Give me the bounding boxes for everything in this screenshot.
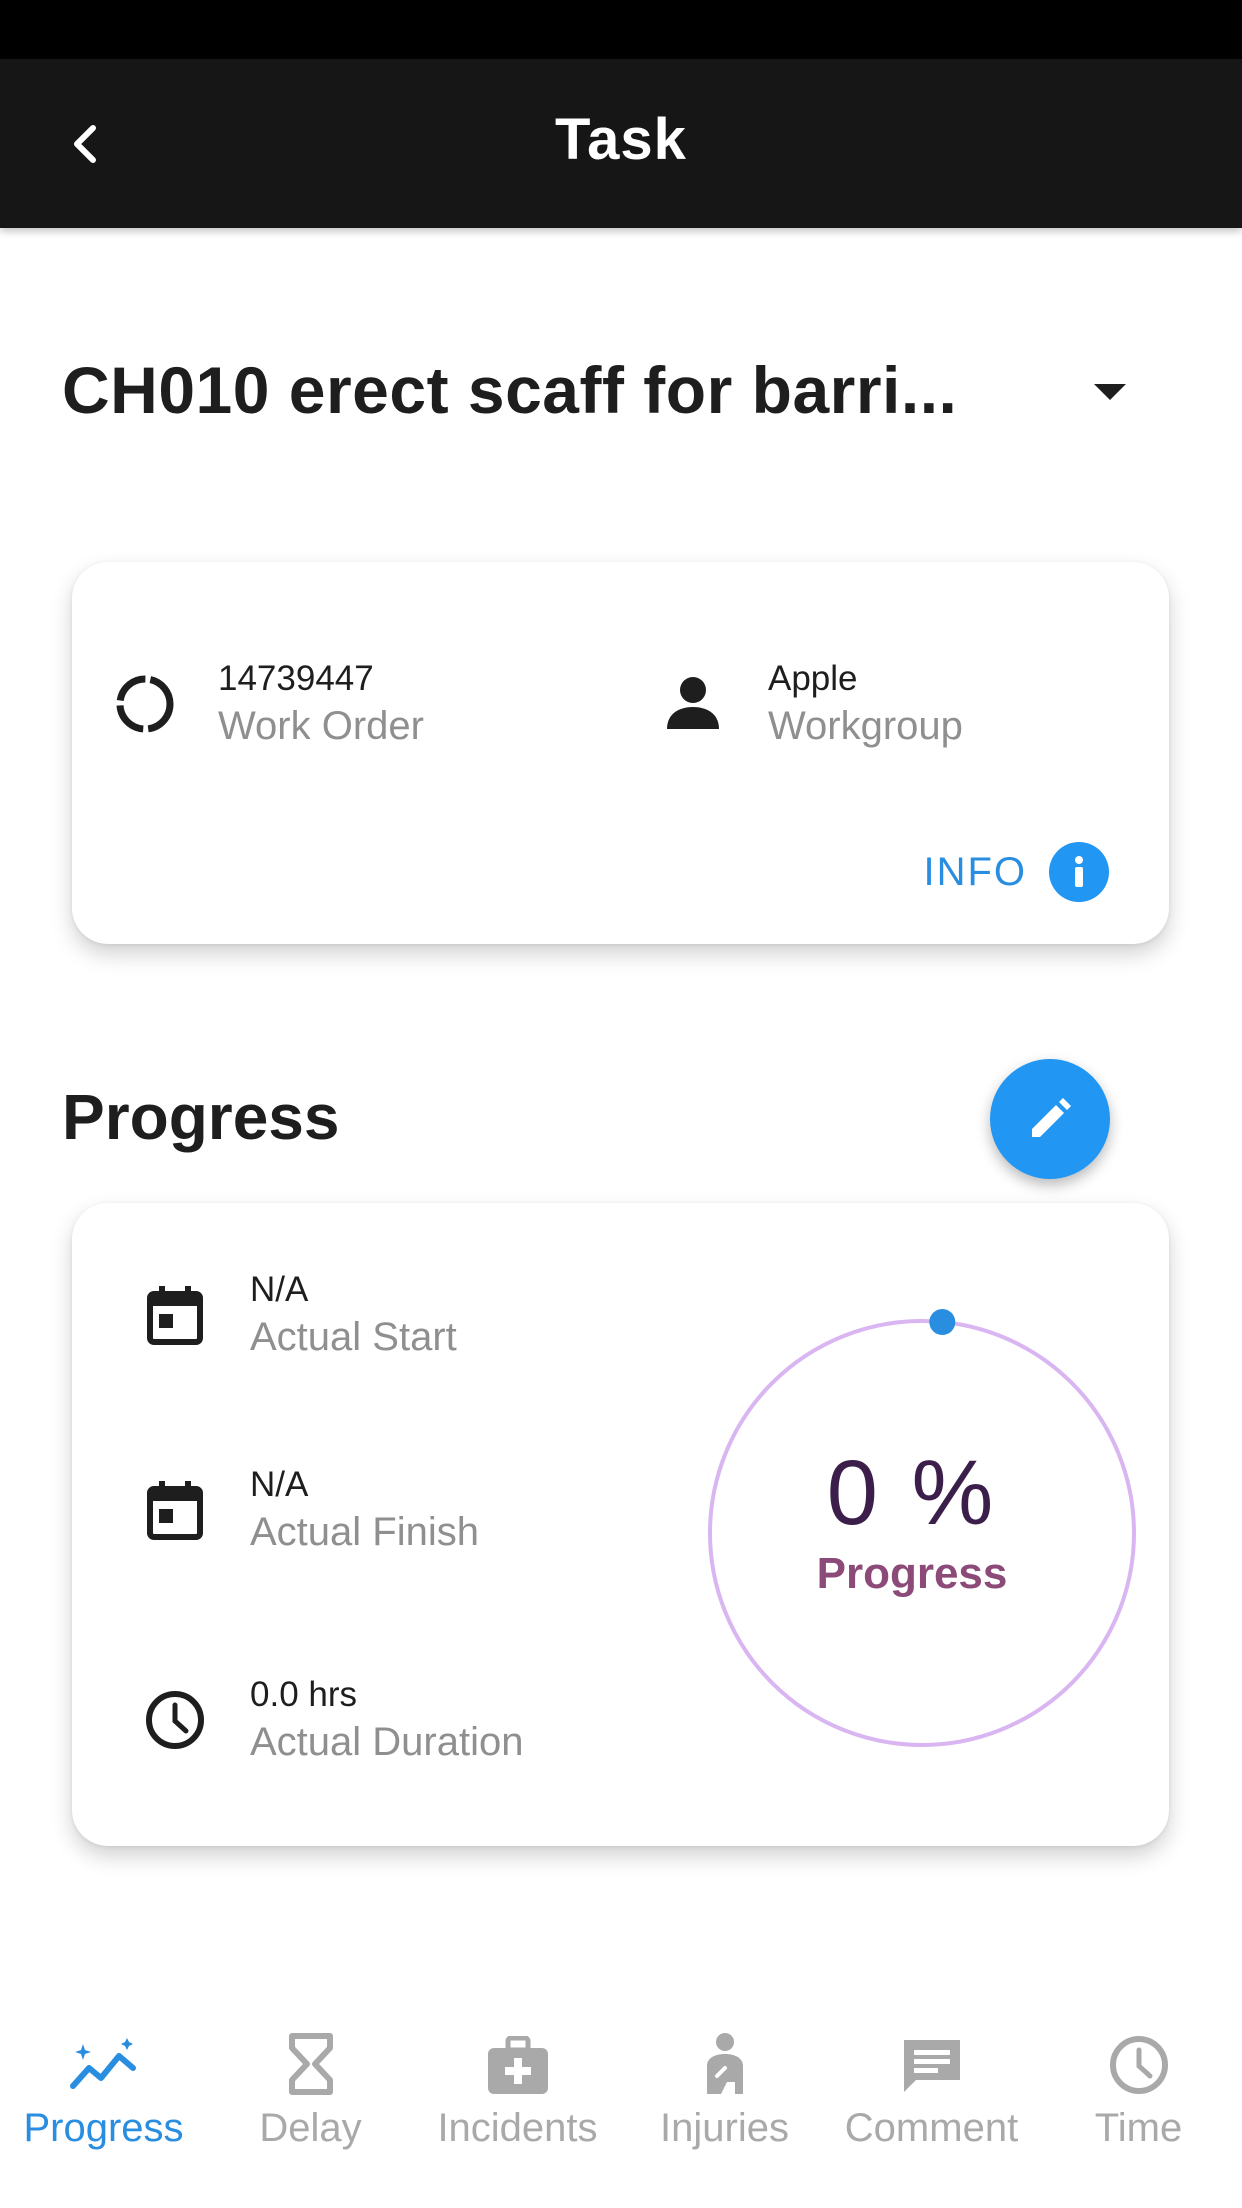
page-title: Task xyxy=(555,107,687,172)
actual-duration-label: Actual Duration xyxy=(250,1720,524,1764)
nav-time[interactable]: Time xyxy=(1035,2024,1242,2151)
clock-icon xyxy=(146,1691,204,1749)
info-icon xyxy=(1049,842,1109,902)
edit-progress-button[interactable] xyxy=(990,1059,1110,1179)
status-bar xyxy=(0,0,1242,59)
nav-injuries[interactable]: Injuries xyxy=(621,2024,828,2151)
comment-icon xyxy=(903,2040,960,2092)
nav-time-label: Time xyxy=(1094,2106,1183,2150)
nav-incidents[interactable]: Incidents xyxy=(414,2024,621,2151)
progress-ring-icon xyxy=(116,675,174,733)
nav-comment[interactable]: Comment xyxy=(828,2024,1035,2151)
progress-section-title: Progress xyxy=(62,1081,340,1153)
nav-delay[interactable]: Delay xyxy=(207,2024,414,2151)
nav-injuries-label: Injuries xyxy=(660,2106,789,2150)
nav-progress[interactable]: Progress xyxy=(0,2024,207,2151)
actual-duration-row: 0.0 hrs Actual Duration xyxy=(142,1673,523,1767)
progress-ring-knob xyxy=(929,1309,956,1335)
nav-incidents-label: Incidents xyxy=(437,2106,598,2150)
hourglass-icon xyxy=(288,2033,333,2095)
progress-card: N/A Actual Start N/A Actual Finish 0.0 h… xyxy=(72,1203,1169,1846)
progress-ring-center: 0 % Progress xyxy=(692,1443,1132,1599)
actual-start-row: N/A Actual Start xyxy=(142,1268,457,1362)
clock-icon xyxy=(1109,2036,1168,2094)
actual-finish-value: N/A xyxy=(250,1465,309,1504)
medical-kit-icon xyxy=(487,2036,548,2094)
task-selector[interactable]: CH010 erect scaff for barri... xyxy=(62,352,1142,442)
work-order-value: 14739447 xyxy=(218,659,374,698)
task-title: CH010 erect scaff for barri... xyxy=(62,353,958,427)
nav-delay-label: Delay xyxy=(259,2106,362,2150)
actual-duration-value: 0.0 hrs xyxy=(250,1675,357,1714)
actual-finish-label: Actual Finish xyxy=(250,1510,479,1554)
workgroup-value: Apple xyxy=(768,659,858,698)
info-button[interactable]: INFO xyxy=(923,842,1109,902)
calendar-icon xyxy=(147,1286,203,1345)
work-order-item: 14739447 Work Order xyxy=(112,657,424,751)
pencil-icon xyxy=(1032,1098,1071,1137)
calendar-icon xyxy=(147,1481,203,1540)
actual-start-label: Actual Start xyxy=(250,1315,457,1359)
actual-finish-row: N/A Actual Finish xyxy=(142,1463,479,1557)
workgroup-item: Apple Workgroup xyxy=(662,657,963,751)
progress-chart-icon xyxy=(69,2038,136,2089)
progress-percent-value: 0 % xyxy=(826,1442,998,1544)
nav-comment-label: Comment xyxy=(844,2106,1019,2150)
progress-ring-label: Progress xyxy=(816,1549,1008,1598)
work-order-label: Work Order xyxy=(218,704,424,748)
injured-person-icon xyxy=(706,2033,743,2094)
task-info-card: 14739447 Work Order Apple Workgroup INFO xyxy=(72,562,1169,944)
person-icon xyxy=(667,677,719,729)
nav-progress-label: Progress xyxy=(23,2106,184,2150)
workgroup-label: Workgroup xyxy=(768,704,963,748)
bottom-navigation: Progress Delay Incidents Injuries Commen… xyxy=(0,2000,1242,2208)
app-bar: Task xyxy=(0,59,1242,228)
actual-start-value: N/A xyxy=(250,1270,309,1309)
dropdown-arrow-icon[interactable] xyxy=(1092,382,1128,402)
info-button-label: INFO xyxy=(923,849,1027,894)
